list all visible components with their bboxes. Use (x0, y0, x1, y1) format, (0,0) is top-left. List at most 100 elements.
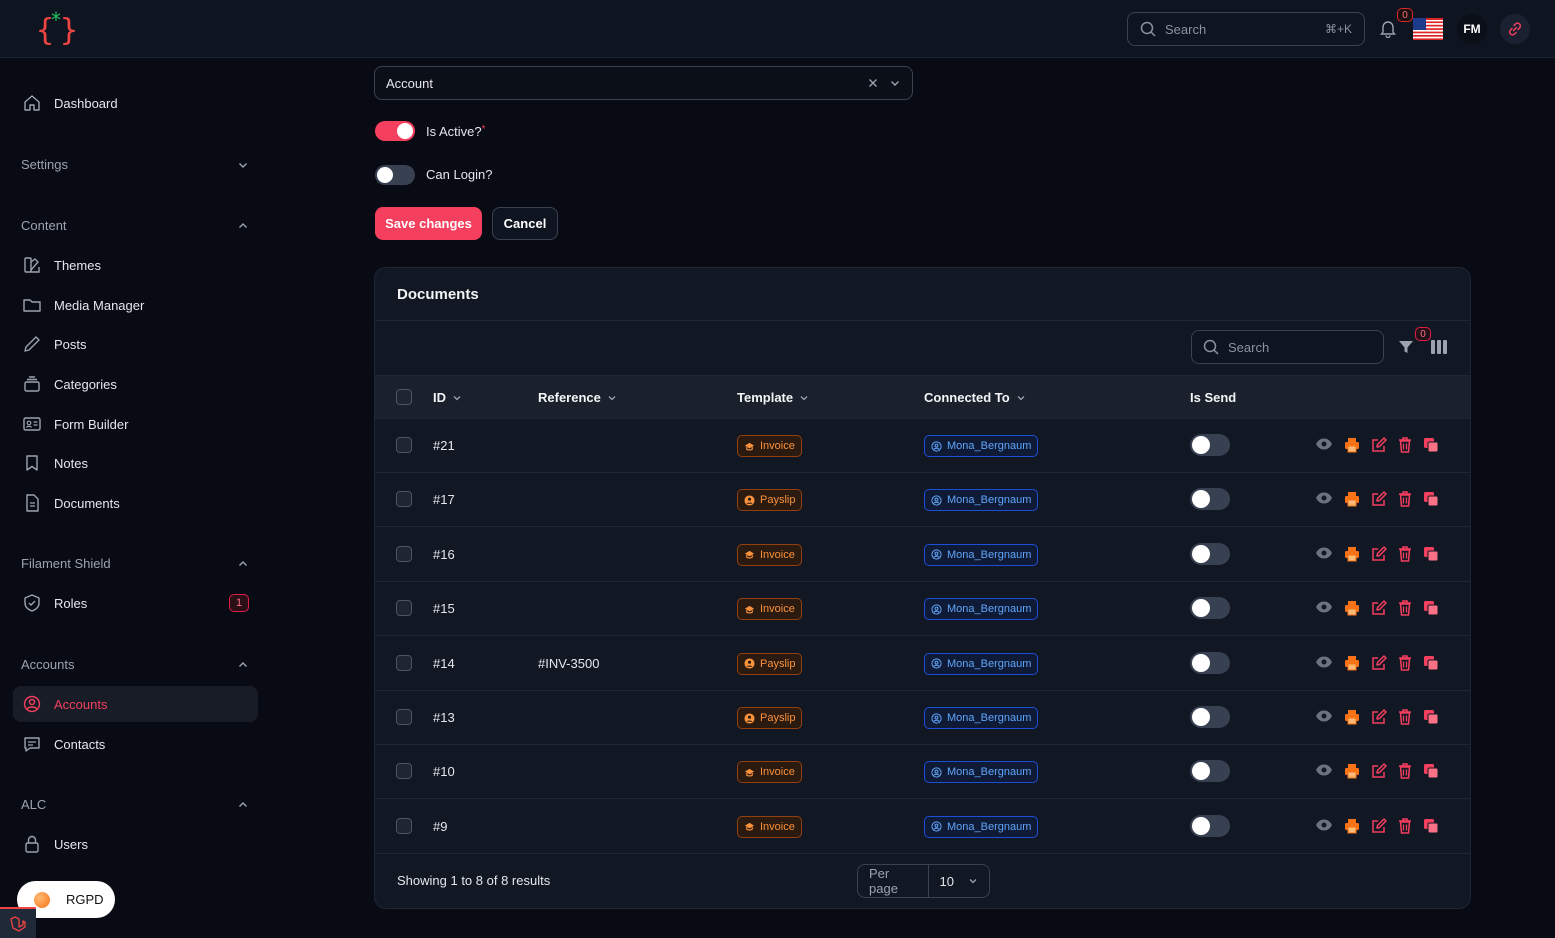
sidebar-item-accounts[interactable]: Accounts (13, 686, 258, 722)
laravel-icon[interactable] (0, 907, 36, 938)
sidebar-item-documents[interactable]: Documents (13, 485, 258, 521)
connected-to-badge[interactable]: Mona_Bergnaum (924, 815, 1039, 838)
sidebar-item-themes[interactable]: Themes (13, 247, 258, 283)
sidebar-item-posts[interactable]: Posts (13, 326, 258, 362)
connected-to-badge[interactable]: Mona_Bergnaum (924, 543, 1039, 566)
connected-to-badge[interactable]: Mona_Bergnaum (924, 761, 1039, 784)
column-header-connected-to[interactable]: Connected To (924, 390, 1026, 405)
cancel-button[interactable]: Cancel (492, 207, 558, 240)
table-row[interactable]: #13 Payslip Mona_Bergnaum (375, 691, 1470, 745)
printer-icon[interactable] (1344, 763, 1360, 779)
table-row[interactable]: #17 Payslip Mona_Bergnaum (375, 473, 1470, 528)
sidebar-item-notes[interactable]: Notes (13, 445, 258, 481)
row-checkbox[interactable] (396, 600, 412, 617)
column-header-reference[interactable]: Reference (538, 390, 617, 405)
connected-to-badge[interactable]: Mona_Bergnaum (924, 652, 1039, 675)
can-login-toggle[interactable] (375, 165, 415, 185)
per-page-select[interactable]: Per page 10 (857, 864, 990, 898)
sidebar-item-users[interactable]: Users (13, 826, 258, 862)
printer-icon[interactable] (1344, 655, 1360, 671)
is-send-toggle[interactable] (1190, 434, 1230, 456)
sidebar-group-accounts[interactable]: Accounts (21, 657, 249, 672)
row-checkbox[interactable] (396, 709, 412, 725)
trash-icon[interactable] (1398, 546, 1412, 562)
sidebar-item-form-builder[interactable]: Form Builder (13, 406, 258, 442)
table-row[interactable]: #14 #INV-3500 Payslip Mona_Bergnaum (375, 637, 1470, 691)
is-send-toggle[interactable] (1190, 651, 1230, 674)
table-row[interactable]: #15 Invoice Mona_Bergnaum (375, 582, 1470, 637)
sidebar-item-contacts[interactable]: Contacts (13, 726, 258, 762)
account-select[interactable]: Account (374, 66, 913, 100)
eye-icon[interactable] (1315, 491, 1333, 507)
printer-icon[interactable] (1344, 491, 1360, 507)
edit-icon[interactable] (1371, 600, 1387, 616)
copy-icon[interactable] (1423, 655, 1439, 671)
documents-search-input[interactable]: Search (1191, 330, 1384, 364)
edit-icon[interactable] (1371, 654, 1387, 671)
is-send-toggle[interactable] (1190, 706, 1230, 728)
sidebar-group-alc[interactable]: ALC (21, 797, 249, 812)
us-flag-icon[interactable] (1413, 18, 1443, 40)
eye-icon[interactable] (1315, 709, 1333, 725)
copy-icon[interactable] (1423, 709, 1439, 725)
is-send-toggle[interactable] (1190, 597, 1230, 620)
trash-icon[interactable] (1398, 818, 1412, 834)
row-checkbox[interactable] (396, 654, 412, 671)
user-avatar[interactable]: FM (1457, 14, 1487, 44)
connected-to-badge[interactable]: Mona_Bergnaum (924, 435, 1039, 457)
trash-icon[interactable] (1398, 763, 1412, 780)
sidebar-item-categories[interactable]: Categories (13, 366, 258, 402)
close-icon[interactable] (867, 77, 879, 89)
chevron-down-icon[interactable] (889, 77, 901, 89)
eye-icon[interactable] (1315, 600, 1333, 616)
printer-icon[interactable] (1344, 437, 1360, 453)
edit-icon[interactable] (1371, 709, 1387, 725)
eye-icon[interactable] (1315, 763, 1333, 779)
printer-icon[interactable] (1344, 600, 1360, 616)
copy-icon[interactable] (1423, 600, 1439, 616)
copy-icon[interactable] (1423, 818, 1439, 834)
copy-icon[interactable] (1423, 437, 1439, 453)
connected-to-badge[interactable]: Mona_Bergnaum (924, 598, 1039, 621)
connected-to-badge[interactable]: Mona_Bergnaum (924, 707, 1039, 729)
trash-icon[interactable] (1398, 709, 1412, 725)
filter-icon[interactable] (1398, 339, 1414, 355)
printer-icon[interactable] (1344, 709, 1360, 725)
copy-icon[interactable] (1423, 546, 1439, 562)
app-logo[interactable]: { } * (36, 10, 80, 48)
table-row[interactable]: #9 Invoice Mona_Bergnaum (375, 800, 1470, 854)
row-checkbox[interactable] (396, 437, 412, 453)
per-page-value[interactable]: 10 (929, 874, 989, 889)
link-icon[interactable] (1500, 14, 1530, 44)
table-row[interactable]: #16 Invoice Mona_Bergnaum (375, 528, 1470, 582)
copy-icon[interactable] (1423, 491, 1439, 507)
is-send-toggle[interactable] (1190, 542, 1230, 565)
sidebar-group-settings[interactable]: Settings (21, 157, 249, 172)
table-row[interactable]: #21 Invoice Mona_Bergnaum (375, 419, 1470, 473)
edit-icon[interactable] (1371, 546, 1387, 562)
connected-to-badge[interactable]: Mona_Bergnaum (924, 489, 1039, 512)
copy-icon[interactable] (1423, 763, 1439, 779)
is-send-toggle[interactable] (1190, 760, 1230, 783)
save-changes-button[interactable]: Save changes (375, 207, 482, 240)
trash-icon[interactable] (1398, 654, 1412, 671)
table-row[interactable]: #10 Invoice Mona_Bergnaum (375, 745, 1470, 800)
column-header-id[interactable]: ID (433, 390, 462, 405)
is-active-toggle[interactable] (375, 121, 415, 141)
printer-icon[interactable] (1344, 546, 1360, 562)
is-send-toggle[interactable] (1190, 814, 1230, 837)
edit-icon[interactable] (1371, 437, 1387, 453)
eye-icon[interactable] (1315, 818, 1333, 834)
columns-icon[interactable] (1431, 340, 1447, 354)
sidebar-item-media-manager[interactable]: Media Manager (13, 287, 258, 323)
row-checkbox[interactable] (396, 817, 412, 834)
is-send-toggle[interactable] (1190, 488, 1230, 511)
eye-icon[interactable] (1315, 546, 1333, 562)
trash-icon[interactable] (1398, 437, 1412, 453)
row-checkbox[interactable] (396, 763, 412, 780)
row-checkbox[interactable] (396, 545, 412, 562)
printer-icon[interactable] (1344, 818, 1360, 834)
column-header-template[interactable]: Template (737, 390, 809, 405)
global-search-input[interactable]: Search ⌘+K (1127, 12, 1365, 46)
eye-icon[interactable] (1315, 655, 1333, 671)
